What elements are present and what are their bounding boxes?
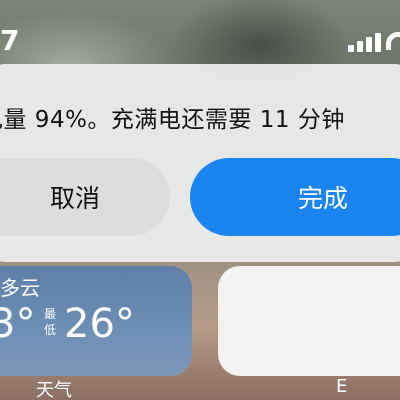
- lock-screen: 7 电量 94%。充满电还需要 11 分钟 取消 完成 多云 3° 最低 26°…: [0, 0, 400, 400]
- weather-high-temp: 3°: [0, 301, 36, 347]
- cellular-signal-icon: [348, 30, 382, 52]
- weather-condition: 多云: [0, 276, 40, 300]
- wifi-icon: [386, 32, 400, 50]
- second-widget-caption: E: [336, 376, 348, 397]
- weather-widget[interactable]: 多云 3° 最低 26°: [0, 266, 192, 376]
- second-widget[interactable]: [218, 266, 400, 376]
- weather-low-temp: 26°: [64, 301, 135, 347]
- status-bar: 7: [0, 0, 400, 62]
- alert-message: 电量 94%。充满电还需要 11 分钟: [0, 107, 345, 133]
- charging-alert-dialog: 电量 94%。充满电还需要 11 分钟 取消 完成: [0, 64, 400, 262]
- status-time: 7: [0, 24, 20, 57]
- done-button[interactable]: 完成: [190, 158, 400, 236]
- weather-widget-caption: 天气: [36, 380, 72, 400]
- cancel-button[interactable]: 取消: [0, 158, 170, 236]
- weather-low-label: 最低: [44, 307, 57, 337]
